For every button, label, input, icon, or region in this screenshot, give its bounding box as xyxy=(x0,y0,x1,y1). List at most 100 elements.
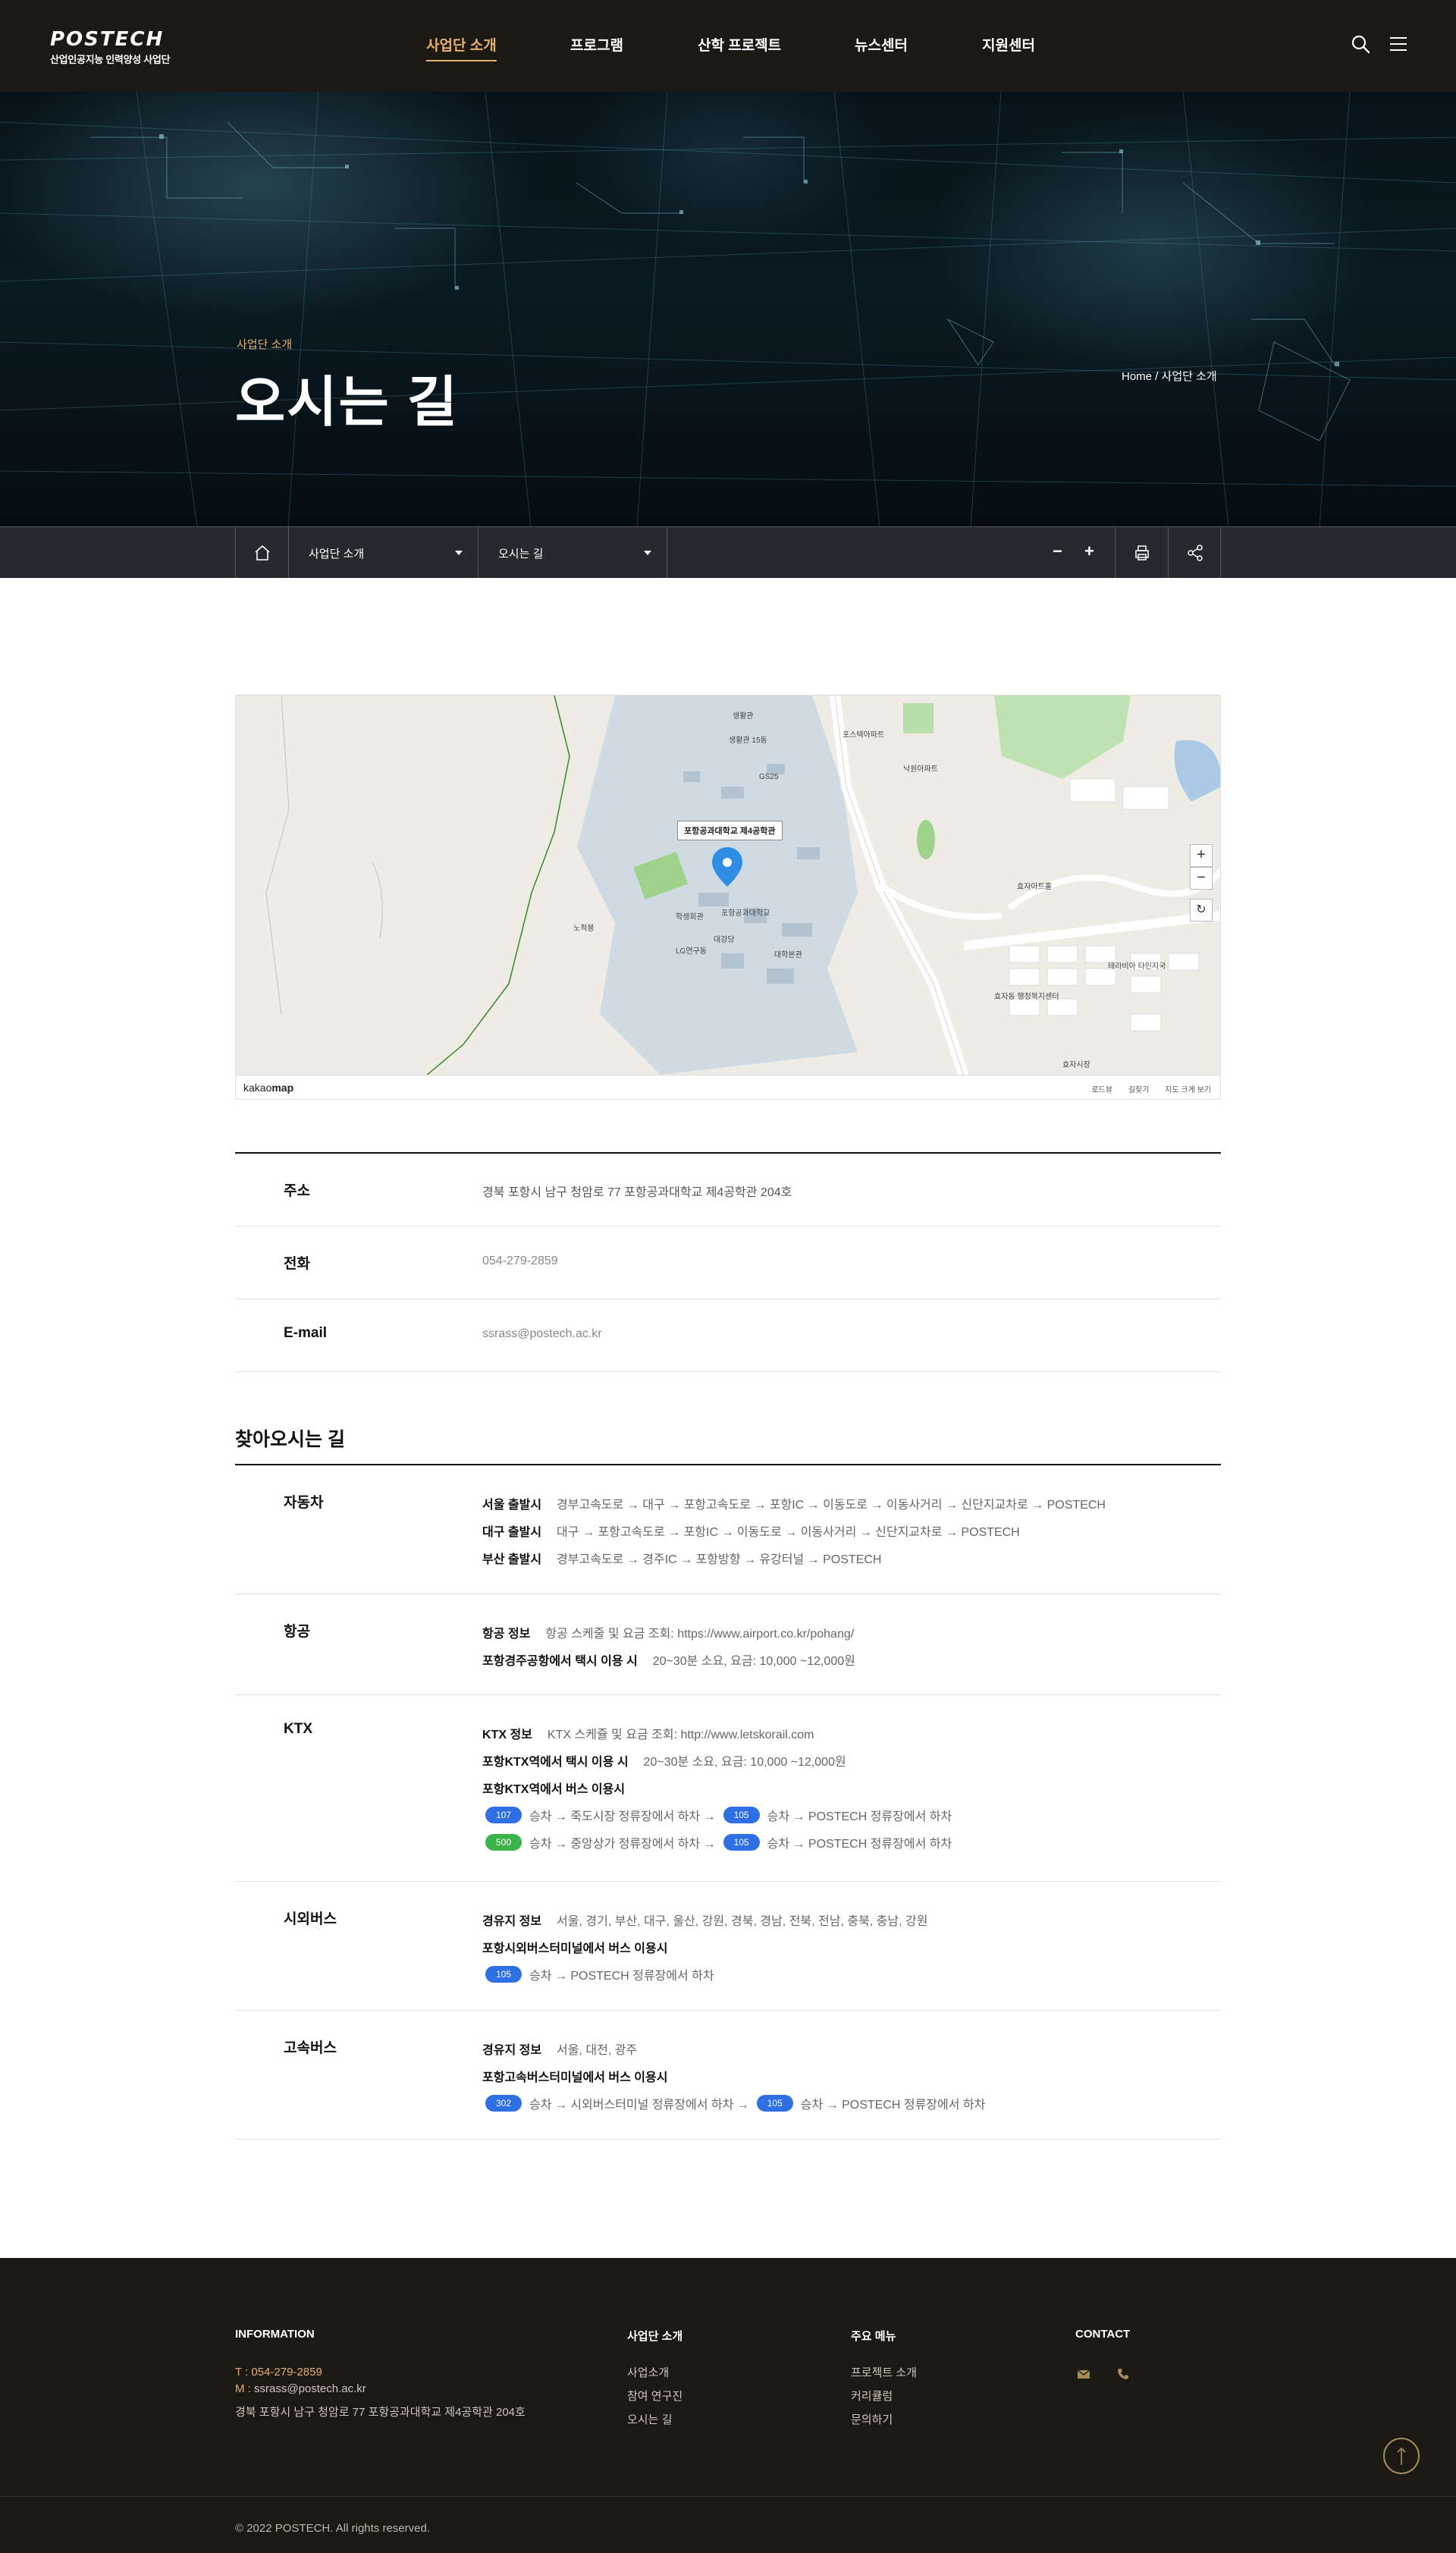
bus-route-text: 승차 → POSTECH 정류장에서 하차 xyxy=(529,1970,714,1983)
info-row-email: E-mail ssrass@postech.ac.kr xyxy=(235,1299,1221,1372)
dir-line: 포항고속버스터미널에서 버스 이용시 xyxy=(482,2062,1221,2090)
bus-badge: 105 xyxy=(723,1834,760,1851)
dir-row-intercity-bus: 시외버스 경유지 정보 서울, 경기, 부산, 대구, 울산, 강원, 경북, 경… xyxy=(235,1882,1221,2011)
svg-text:포스텍아파트: 포스텍아파트 xyxy=(843,730,884,740)
phone-icon[interactable] xyxy=(1116,2367,1133,2384)
dir-line-head: 포항시외버스터미널에서 버스 이용시 xyxy=(482,1942,668,1955)
bus-route-text: 승차 → 시외버스터미널 정류장에서 하차 → xyxy=(529,2099,749,2112)
dir-line: 포항경주공항에서 택시 이용 시 20~30분 소요, 요금: 10,000 ~1… xyxy=(482,1646,1221,1673)
dir-key: 항공 xyxy=(284,1624,310,1640)
home-icon xyxy=(255,545,270,561)
depth1-label: 사업단 소개 xyxy=(309,548,365,561)
info-key: E-mail xyxy=(284,1325,328,1341)
site-footer: INFORMATION T : 054-279-2859 M : ssrass@… xyxy=(0,2258,1456,2553)
dir-line: 서울 출발시 경부고속도로 → 대구 → 포항고속도로 → 포항IC → 이동도로… xyxy=(482,1490,1221,1517)
search-icon[interactable] xyxy=(1350,33,1371,55)
info-value: ssrass@postech.ac.kr xyxy=(482,1327,602,1340)
font-decrease-button[interactable]: − xyxy=(1053,542,1062,561)
bus-route-text: 승차 → POSTECH 정류장에서 하차 xyxy=(800,2099,986,2112)
nav-item-support[interactable]: 지원센터 xyxy=(982,34,1035,55)
map-graphic: 생활관생활관 15동 GS25 포스텍아파트낙원아파트노적봉 LG연구동 대강당 포항… xyxy=(265,696,1220,1076)
scroll-top-button[interactable] xyxy=(1383,2438,1420,2474)
dir-line: 포항KTX역에서 버스 이용시 xyxy=(482,1774,1221,1801)
bus-badge: 105 xyxy=(756,2095,793,2112)
directions-table: 자동차 서울 출발시 경부고속도로 → 대구 → 포항고속도로 → 포항IC → … xyxy=(235,1464,1221,2140)
svg-text:생활관: 생활관 xyxy=(733,711,754,721)
main-nav: 사업단 소개 프로그램 산학 프로젝트 뉴스센터 지원센터 xyxy=(0,34,1456,61)
footer-link[interactable]: 문의하기 xyxy=(851,2411,917,2435)
info-key: 주소 xyxy=(284,1183,310,1199)
enlarge-map-link[interactable]: 지도 크게 보기 xyxy=(1165,1086,1211,1094)
bus-badge: 105 xyxy=(485,1966,522,1983)
svg-text:효자시장: 효자시장 xyxy=(1062,1060,1090,1069)
page-title: 오시는 길 xyxy=(235,372,459,433)
footer-divider xyxy=(0,2496,1456,2497)
nav-item-about[interactable]: 사업단 소개 xyxy=(426,34,497,61)
bus-route: 302 승차 → 시외버스터미널 정류장에서 하차 → 105 승차 → POSTE… xyxy=(482,2090,1221,2117)
dir-row-air: 항공 항공 정보 항공 스케줄 및 요금 조회: https://www.airp… xyxy=(235,1594,1221,1695)
bus-route-text: 승차 → POSTECH 정류장에서 하차 xyxy=(767,1838,952,1851)
dir-lines: 항공 정보 항공 스케줄 및 요금 조회: https://www.airport… xyxy=(482,1619,1221,1673)
chevron-down-icon xyxy=(644,551,651,555)
kakao-map[interactable]: 생활관 생활관 15동 GS25 포스텍아파트 낙원아파트 노적봉 LG연구동 대강당 포항… xyxy=(235,695,1221,1100)
info-key: 전화 xyxy=(284,1256,310,1272)
svg-text:효자아트홀: 효자아트홀 xyxy=(1017,881,1052,891)
mail-icon[interactable] xyxy=(1077,2367,1094,2384)
footer-link[interactable]: 커리큘럼 xyxy=(851,2388,917,2411)
nav-item-industry-project[interactable]: 산학 프로젝트 xyxy=(698,34,781,55)
refresh-icon[interactable]: ↻ xyxy=(1190,899,1213,922)
dir-line-head: 포항경주공항에서 택시 이용 시 xyxy=(482,1655,638,1668)
footer-about-title: 사업단 소개 xyxy=(627,2330,683,2343)
dir-row-ktx: KTX KTX 정보 KTX 스케쥴 및 요금 조회: http://www.le… xyxy=(235,1695,1221,1882)
arrow-up-icon xyxy=(1397,2447,1406,2465)
depth1-select[interactable]: 사업단 소개 xyxy=(288,527,478,579)
bus-route: 105 승차 → POSTECH 정류장에서 하차 xyxy=(482,1961,1221,1988)
mail-value: ssrass@postech.ac.kr xyxy=(254,2382,366,2395)
footer-info-title: INFORMATION xyxy=(235,2328,315,2341)
footer-link[interactable]: 참여 연구진 xyxy=(627,2388,682,2411)
dir-line-text[interactable]: 항공 스케줄 및 요금 조회: https://www.airport.co.k… xyxy=(545,1623,854,1641)
footer-about-links: 사업소개 참여 연구진 오시는 길 xyxy=(627,2364,682,2435)
menu-icon[interactable] xyxy=(1388,33,1409,55)
bus-route-text: 승차 → 중앙상가 정류장에서 하차 → xyxy=(529,1838,716,1851)
zoom-out-button[interactable]: − xyxy=(1190,867,1213,890)
directions-link[interactable]: 길찾기 xyxy=(1128,1086,1150,1094)
dir-line: 포항KTX역에서 택시 이용 시 20~30분 소요, 요금: 10,000 ~1… xyxy=(482,1747,1221,1774)
svg-text:효자동 행정복지센터: 효자동 행정복지센터 xyxy=(994,992,1059,1001)
footer-link[interactable]: 오시는 길 xyxy=(627,2411,682,2435)
dir-line-head: 경유지 정보 xyxy=(482,1915,542,1928)
dir-line-text: 대구 → 포항고속도로 → 포항IC → 이동도로 → 이동사거리 → 신단지교… xyxy=(557,1526,1020,1539)
dir-line-head: KTX 정보 xyxy=(482,1729,532,1741)
print-button[interactable] xyxy=(1115,527,1168,579)
font-size-controls: − + xyxy=(1039,527,1115,579)
bus-badge: 105 xyxy=(723,1807,760,1823)
dir-line-text[interactable]: KTX 스케쥴 및 요금 조회: http://www.letskorail.c… xyxy=(548,1724,814,1742)
share-button[interactable] xyxy=(1168,527,1221,579)
font-increase-button[interactable]: + xyxy=(1084,542,1094,561)
dir-line-head: 대구 출발시 xyxy=(482,1526,542,1539)
info-value: 054-279-2859 xyxy=(482,1255,558,1267)
dir-key: KTX xyxy=(284,1721,312,1737)
breadcrumb: Home / 사업단 소개 xyxy=(1122,370,1217,383)
dir-line-head: 항공 정보 xyxy=(482,1628,531,1641)
share-icon xyxy=(1188,545,1203,561)
svg-text:LG연구동: LG연구동 xyxy=(676,947,707,956)
svg-text:대강당: 대강당 xyxy=(714,935,735,944)
nav-item-news[interactable]: 뉴스센터 xyxy=(855,34,908,55)
nav-item-program[interactable]: 프로그램 xyxy=(570,34,623,55)
roadview-link[interactable]: 로드뷰 xyxy=(1091,1086,1112,1094)
dir-line: 포항시외버스터미널에서 버스 이용시 xyxy=(482,1933,1221,1961)
depth2-select[interactable]: 오시는 길 xyxy=(478,527,667,579)
mail-label: M : xyxy=(235,2382,251,2395)
dir-line-text: 경부고속도로 → 대구 → 포항고속도로 → 포항IC → 이동도로 → 이동사… xyxy=(557,1499,1106,1512)
svg-text:테라비아 타인지국: 테라비아 타인지국 xyxy=(1108,962,1166,971)
dir-lines: KTX 정보 KTX 스케쥴 및 요금 조회: http://www.letsko… xyxy=(482,1719,1221,1856)
bus-badge: 500 xyxy=(485,1834,522,1851)
kakaomap-suffix: map xyxy=(271,1082,294,1094)
footer-link[interactable]: 프로젝트 소개 xyxy=(851,2364,917,2388)
dir-line: KTX 정보 KTX 스케쥴 및 요금 조회: http://www.letsko… xyxy=(482,1719,1221,1747)
home-button[interactable] xyxy=(235,527,288,579)
footer-link[interactable]: 사업소개 xyxy=(627,2364,682,2388)
svg-text:낙원아파트: 낙원아파트 xyxy=(903,765,938,774)
zoom-in-button[interactable]: + xyxy=(1190,844,1213,867)
